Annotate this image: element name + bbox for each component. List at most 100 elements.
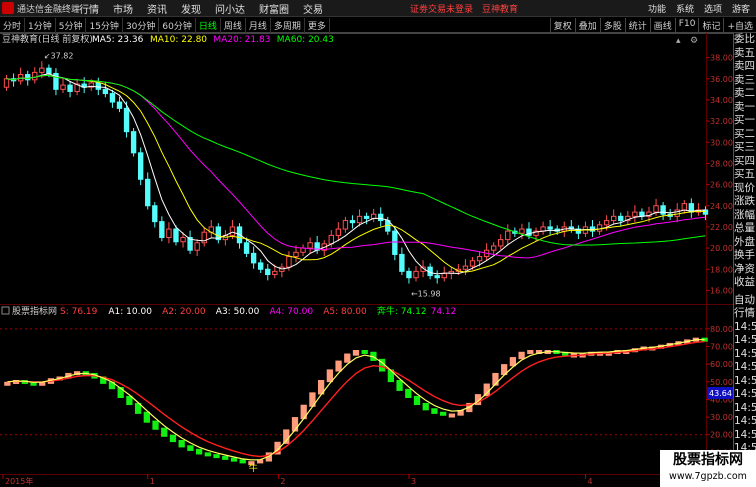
panel-item-10: 买五 [734, 168, 755, 180]
menu-ask[interactable]: 问小达 [215, 1, 245, 16]
indicator-param-1: A1: 10.00 [108, 307, 152, 317]
sub-panel-header: 股票指标网 S: 76.19 A1: 10.00 A2: 20.00 A3: 50.00… [1, 305, 456, 317]
candle-body [60, 84, 66, 90]
ma-label-1: MA10: 22.80 [150, 35, 207, 45]
period-tab-2[interactable]: 5分钟 [56, 18, 87, 33]
osc-bar [335, 360, 342, 372]
panel-item-21[interactable]: 行情 [734, 307, 756, 321]
tool-button-4[interactable]: 画线 [649, 18, 675, 33]
candle-body [307, 242, 313, 249]
period-tab-4[interactable]: 30分钟 [123, 18, 160, 33]
candle [596, 221, 603, 235]
date-label-2: 2 [280, 477, 285, 486]
panel-item-25[interactable]: 14:5 [734, 361, 756, 375]
osc-bar [300, 404, 307, 420]
osc-fast-line [7, 339, 705, 461]
candle-body [392, 230, 398, 255]
menu-news[interactable]: 资讯 [147, 1, 167, 16]
period-tab-3[interactable]: 15分钟 [86, 18, 123, 33]
osc-bar [405, 388, 412, 398]
menu-guest[interactable]: 游客 [732, 2, 750, 15]
period-tab-1[interactable]: 1分钟 [25, 18, 56, 33]
panel-item-22[interactable]: 14:5 [734, 321, 756, 335]
indicator-param-4: A4: 70.00 [270, 307, 314, 317]
menu-function[interactable]: 功能 [648, 2, 666, 15]
collapse-icon[interactable]: ▴ [676, 36, 681, 46]
candle-body [300, 247, 306, 253]
candle-body [243, 242, 250, 254]
tool-button-2[interactable]: 多股 [599, 18, 625, 33]
menu-options[interactable]: 选项 [704, 2, 722, 15]
ma10-line [6, 74, 706, 273]
menu-discover[interactable]: 发现 [181, 1, 201, 16]
date-label-4: 4 [587, 477, 592, 486]
tool-button-0[interactable]: 复权 [549, 18, 575, 33]
candle [265, 263, 271, 281]
candle [695, 203, 702, 216]
panel-item-23[interactable]: 14:5 [734, 334, 756, 348]
period-tab-0[interactable]: 分时 [0, 18, 26, 33]
candle [130, 127, 137, 157]
panel-item-24[interactable]: 14:5 [734, 348, 756, 362]
price-tick-10: 18.00 [710, 265, 733, 274]
panel-item-26[interactable]: 14:5 [734, 375, 756, 389]
candle [399, 247, 405, 276]
osc-bar [143, 411, 150, 423]
candle-body [328, 234, 334, 245]
menu-wealth[interactable]: 财富圈 [259, 1, 289, 16]
candle-body [356, 215, 363, 224]
candle-body [370, 213, 377, 219]
period-tab-8[interactable]: 月线 [246, 18, 271, 33]
system-menu: 功能 系统 选项 游客 [638, 2, 750, 15]
panel-item-29[interactable]: 14:5 [734, 415, 756, 429]
panel-item-30[interactable]: 14:5 [734, 429, 756, 443]
panel-item-14: 总量 [734, 222, 755, 234]
tool-button-3[interactable]: 统计 [624, 18, 650, 33]
menu-quotes[interactable]: 行情 [79, 1, 99, 16]
candle [547, 220, 553, 235]
menu-market[interactable]: 市场 [113, 1, 133, 16]
candle-body [399, 253, 405, 272]
tool-button-6[interactable]: 标记 [698, 18, 723, 33]
panel-item-28[interactable]: 14:5 [734, 402, 756, 416]
candle [166, 222, 172, 244]
period-tab-7[interactable]: 周线 [221, 18, 246, 33]
title-bar: 通达信金融终端 行情 市场 资讯 发现 问小达 财富圈 交易 证劵交易未登录 豆… [0, 0, 756, 17]
candle-body [342, 220, 349, 230]
period-tab-10[interactable]: 更多 [305, 18, 330, 33]
period-tab-6[interactable]: 日线 [196, 18, 221, 33]
panel-item-27[interactable]: 14:5 [734, 388, 756, 402]
candle-body [272, 270, 278, 276]
candle-body [145, 178, 151, 207]
low-price-label: ←15.98 [411, 290, 441, 299]
candle [434, 270, 440, 284]
menu-trade[interactable]: 交易 [303, 1, 323, 16]
candle-body [116, 101, 123, 109]
settings-icon[interactable]: ⚙ [690, 36, 698, 46]
indicator-menu-icon[interactable] [1, 306, 10, 315]
tool-button-7[interactable]: +自选 [723, 18, 756, 33]
candle [279, 263, 285, 278]
tool-button-5[interactable]: F10 [674, 18, 699, 33]
candle [462, 259, 469, 276]
candle-body [490, 245, 497, 251]
login-notice[interactable]: 证劵交易未登录 [410, 2, 473, 15]
panel-item-20[interactable]: 自动 [734, 294, 756, 308]
candle [688, 198, 695, 218]
menu-system[interactable]: 系统 [676, 2, 694, 15]
candle [611, 209, 617, 225]
current-value: 43.64 [709, 389, 732, 398]
panel-item-12: 涨跌 [734, 195, 755, 207]
indicator-param-2: A2: 20.00 [162, 307, 206, 317]
candle-body [25, 74, 31, 81]
candle [441, 266, 447, 282]
candle [81, 77, 87, 94]
candle-body [130, 131, 137, 154]
sub-panel-title: 股票指标网 [12, 305, 57, 317]
candle-body [441, 272, 447, 279]
tool-button-1[interactable]: 叠加 [574, 18, 600, 33]
candle [660, 202, 666, 221]
period-tab-9[interactable]: 多周期 [271, 18, 305, 33]
panel-item-1: 卖五 [734, 46, 755, 59]
period-tab-5[interactable]: 60分钟 [159, 18, 196, 33]
